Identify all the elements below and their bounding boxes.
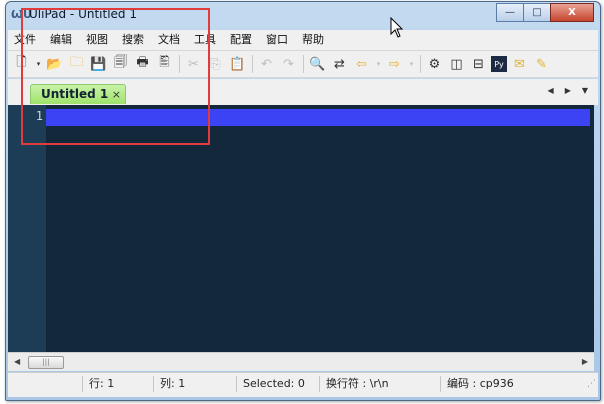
copy-icon[interactable]: ⎘ [206, 54, 225, 74]
toolbar: 🗋 ▾ 📂 🗀 💾 🗐 🖶 🖺 ✂ ⎘ 📋 ↶ ↷ 🔍 ⇄ ⇦ ▾ ⇨ ▾ ⚙ … [8, 51, 598, 78]
close-icon[interactable]: × [112, 85, 121, 104]
undo-icon[interactable]: ↶ [257, 54, 276, 74]
python-shell-icon[interactable]: Py [491, 56, 507, 72]
window-controls: — □ X [496, 3, 594, 22]
app-window: ѠU UliPad - Untitled 1 — □ X 文件 编辑 视图 搜索… [5, 1, 601, 401]
status-encoding: 编码 : cp936 [440, 376, 580, 392]
print-preview-icon[interactable]: 🖺 [155, 54, 174, 74]
status-col: 列: 1 [153, 376, 235, 392]
menu-help[interactable]: 帮助 [296, 30, 330, 50]
window-title: UliPad - Untitled 1 [29, 7, 137, 21]
toolbar-separator [303, 55, 304, 73]
edit-tag-icon[interactable]: ✎ [532, 54, 551, 74]
forward-icon[interactable]: ⇨ [385, 54, 404, 74]
tab-label: Untitled 1 [41, 87, 109, 101]
chevron-down-icon[interactable]: ▼ [582, 86, 588, 95]
horizontal-scrollbar[interactable]: ◀ ||| ▶ [8, 352, 594, 371]
forward-dropdown-icon[interactable]: ▾ [407, 54, 416, 74]
mouse-cursor-icon [390, 17, 404, 38]
tab-untitled-1[interactable]: Untitled 1 × [30, 84, 126, 104]
status-row: 行: 1 [82, 376, 152, 392]
chevron-right-icon[interactable]: ▶ [565, 86, 571, 95]
menu-search[interactable]: 搜索 [116, 30, 150, 50]
open-folder-icon[interactable]: 📂 [45, 54, 64, 74]
ulipad-icon[interactable]: ѠU [11, 8, 32, 22]
line-number: 1 [35, 109, 43, 123]
message-icon[interactable]: ✉ [510, 54, 529, 74]
menu-file[interactable]: 文件 [8, 30, 42, 50]
status-eol: 换行符 : \r\n [319, 376, 439, 392]
split-horizontal-icon[interactable]: ⊟ [469, 54, 488, 74]
find-icon[interactable]: 🔍 [308, 54, 327, 74]
menu-document[interactable]: 文档 [152, 30, 186, 50]
resize-grip-icon[interactable]: ⋰ [587, 379, 596, 389]
toolbar-separator [179, 55, 180, 73]
cut-icon[interactable]: ✂ [184, 54, 203, 74]
title-bar[interactable]: ѠU UliPad - Untitled 1 — □ X [6, 2, 600, 30]
open-recent-icon[interactable]: 🗀 [67, 54, 86, 74]
close-button[interactable]: X [550, 3, 594, 22]
replace-icon[interactable]: ⇄ [330, 54, 349, 74]
paste-icon[interactable]: 📋 [228, 54, 247, 74]
menu-window[interactable]: 窗口 [260, 30, 294, 50]
menu-tools[interactable]: 工具 [188, 30, 222, 50]
save-all-icon[interactable]: 🗐 [111, 54, 130, 74]
preferences-icon[interactable]: ⚙ [425, 54, 444, 74]
split-vertical-icon[interactable]: ◫ [447, 54, 466, 74]
maximize-button[interactable]: □ [523, 3, 551, 22]
chevron-left-icon[interactable]: ◀ [548, 86, 554, 95]
scroll-left-icon[interactable]: ◀ [14, 357, 20, 366]
current-line-highlight[interactable] [46, 109, 590, 126]
new-dropdown-icon[interactable]: ▾ [34, 54, 43, 74]
menu-edit[interactable]: 编辑 [44, 30, 78, 50]
scroll-right-icon[interactable]: ▶ [582, 357, 588, 366]
toolbar-separator [420, 55, 421, 73]
menu-view[interactable]: 视图 [80, 30, 114, 50]
back-icon[interactable]: ⇦ [352, 54, 371, 74]
tab-navigation: ◀ ▶ ▼ [537, 86, 588, 95]
code-editor[interactable]: 1 [8, 105, 594, 352]
tab-bar: Untitled 1 × ◀ ▶ ▼ [8, 79, 598, 105]
status-selected: Selected: 0 [236, 376, 318, 392]
line-number-gutter: 1 [8, 105, 46, 352]
menu-config[interactable]: 配置 [224, 30, 258, 50]
menu-bar: 文件 编辑 视图 搜索 文档 工具 配置 窗口 帮助 [8, 30, 598, 51]
new-file-icon[interactable]: 🗋 [12, 54, 31, 74]
back-dropdown-icon[interactable]: ▾ [374, 54, 383, 74]
status-bar: 行: 1 列: 1 Selected: 0 换行符 : \r\n 编码 : cp… [8, 372, 598, 397]
redo-icon[interactable]: ↷ [279, 54, 298, 74]
print-icon[interactable]: 🖶 [133, 54, 152, 74]
save-icon[interactable]: 💾 [89, 54, 108, 74]
scrollbar-thumb[interactable]: ||| [28, 356, 64, 369]
toolbar-separator [252, 55, 253, 73]
minimize-button[interactable]: — [496, 3, 524, 22]
